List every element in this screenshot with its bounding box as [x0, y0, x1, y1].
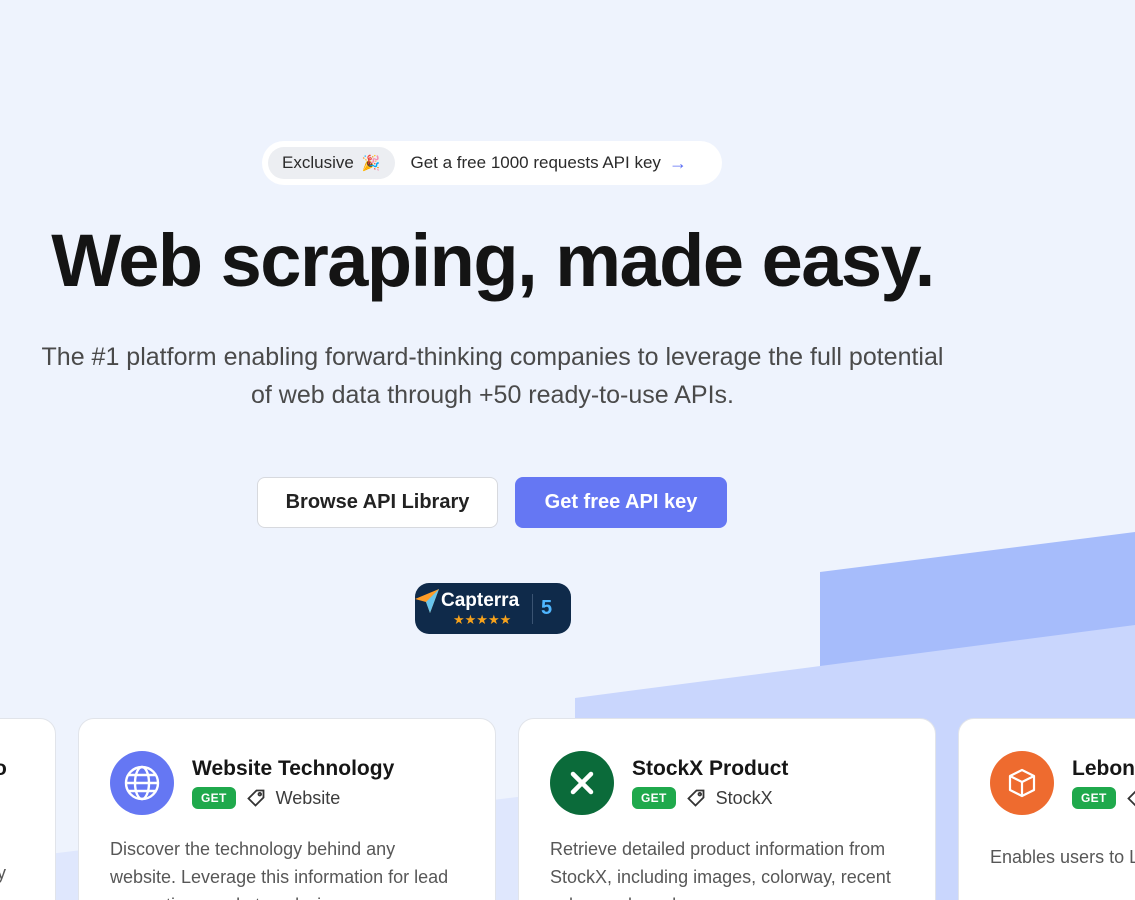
method-badge: GET [192, 787, 236, 809]
method-badge: GET [1072, 787, 1116, 809]
hero-title: Web scraping, made easy. [51, 219, 935, 302]
tag-icon [246, 788, 266, 808]
announcement-link[interactable]: Get a free 1000 requests API key → [411, 153, 687, 174]
tag-icon [686, 788, 706, 808]
capterra-score: 5 [541, 597, 553, 619]
card-category: StockX [715, 787, 773, 808]
capterra-divider [532, 594, 533, 624]
card-description: Retrieve detailed product information fr… [550, 839, 891, 900]
method-badge: GET [632, 787, 676, 809]
x-icon [570, 771, 594, 795]
browse-api-library-button[interactable]: Browse API Library [257, 477, 498, 528]
api-card-partial-left[interactable]: fo ny [0, 718, 56, 900]
card-category: Website [275, 787, 341, 808]
card-meta: GET [1072, 787, 1135, 809]
card-title: Website Technology [192, 757, 395, 780]
card-icon-circle [110, 751, 174, 815]
tag-icon [1126, 788, 1135, 808]
get-free-api-key-button[interactable]: Get free API key [515, 477, 727, 528]
card-meta: GET Website [192, 787, 340, 809]
card-description: Discover the technology behind any websi… [110, 839, 449, 900]
capterra-name: Capterra [441, 590, 520, 611]
globe-icon [124, 765, 160, 801]
capterra-arrow-icon [415, 589, 439, 613]
api-card-stockx-product[interactable]: StockX Product GET StockX Retrieve detai… [518, 718, 936, 900]
api-card-website-technology[interactable]: Website Technology GET Website Discover … [78, 718, 496, 900]
exclusive-tag: Exclusive 🎉 [268, 147, 395, 179]
hero-subtitle: The #1 platform enabling forward-thinkin… [41, 343, 944, 409]
capterra-badge[interactable]: Capterra ★★★★★ 5 [415, 583, 571, 634]
arrow-right-icon: → [668, 152, 687, 173]
card-meta: GET StockX [632, 787, 773, 809]
party-popper-icon: 🎉 [361, 155, 381, 172]
card-description-fragment: ny [0, 863, 7, 883]
announcement-text: Get a free 1000 requests API key [410, 153, 661, 172]
card-title: StockX Product [632, 757, 789, 780]
api-card-leboncoin[interactable]: Lebonc GET Enables users to Leboncoin, t… [958, 718, 1135, 900]
landing-page: Exclusive 🎉 Get a free 1000 requests API… [0, 0, 1135, 900]
card-icon-circle [990, 751, 1054, 815]
announcement-pill[interactable]: Exclusive 🎉 Get a free 1000 requests API… [262, 141, 722, 185]
card-title-fragment: fo [0, 757, 7, 780]
cube-icon [1008, 768, 1036, 798]
exclusive-label: Exclusive [282, 153, 354, 172]
card-icon-circle [550, 751, 614, 815]
rating-stars-icon: ★★★★★ [453, 612, 512, 627]
card-description: Enables users to Leboncoin, the le [990, 847, 1135, 867]
card-title: Lebonc [1072, 757, 1135, 780]
